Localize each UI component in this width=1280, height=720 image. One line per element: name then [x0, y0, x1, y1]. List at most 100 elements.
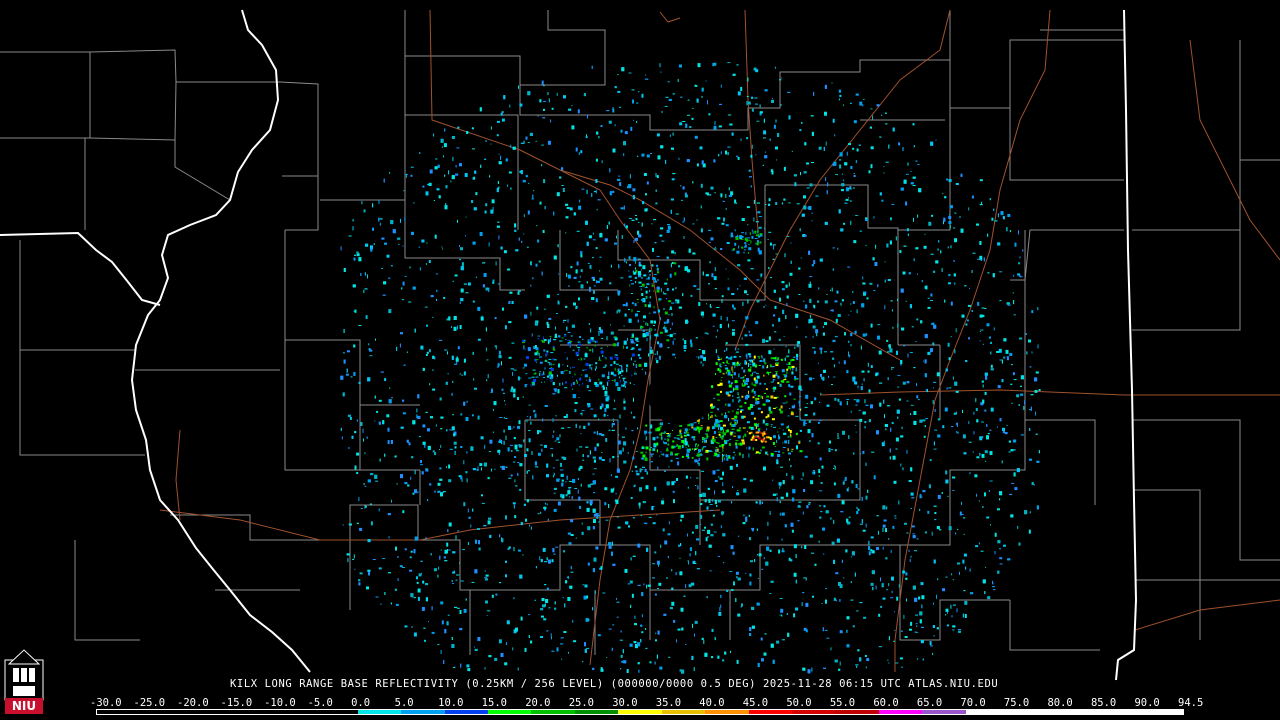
- echo-pixel: [575, 423, 577, 428]
- echo-pixel: [916, 318, 919, 321]
- echo-pixel: [837, 493, 841, 498]
- echo-pixel: [553, 492, 556, 494]
- echo-pixel: [608, 545, 612, 549]
- echo-pixel: [501, 118, 505, 122]
- echo-pixel: [624, 568, 628, 573]
- echo-pixel: [485, 203, 488, 207]
- echo-pixel: [831, 541, 835, 545]
- echo-pixel: [658, 355, 661, 360]
- echo-pixel: [864, 426, 866, 429]
- echo-pixel: [1024, 510, 1028, 515]
- echo-pixel: [674, 357, 676, 359]
- echo-pixel: [515, 448, 518, 450]
- echo-pixel: [809, 314, 811, 318]
- echo-pixel: [519, 574, 523, 579]
- echo-pixel: [507, 184, 509, 187]
- echo-pixel: [467, 668, 471, 672]
- echo-pixel: [623, 398, 625, 400]
- echo-pixel: [545, 502, 546, 505]
- echo-pixel: [756, 528, 758, 531]
- echo-pixel: [786, 613, 788, 615]
- echo-pixel: [548, 98, 550, 103]
- echo-pixel: [708, 241, 711, 243]
- echo-pixel: [894, 611, 895, 613]
- echo-pixel: [948, 526, 952, 531]
- echo-pixel: [340, 246, 342, 251]
- echo-pixel: [862, 529, 866, 532]
- echo-pixel: [486, 614, 488, 616]
- echo-pixel: [764, 633, 767, 635]
- echo-pixel: [776, 493, 778, 496]
- echo-pixel: [901, 666, 904, 668]
- echo-pixel: [568, 285, 570, 287]
- echo-pixel: [610, 474, 612, 477]
- echo-pixel: [592, 607, 594, 611]
- echo-pixel: [634, 465, 637, 468]
- echo-pixel: [814, 397, 817, 401]
- echo-pixel: [569, 207, 573, 211]
- echo-pixel: [779, 486, 781, 489]
- echo-pixel: [832, 118, 835, 123]
- echo-pixel: [631, 347, 635, 350]
- echo-pixel: [722, 424, 726, 427]
- echo-pixel: [356, 253, 360, 257]
- echo-pixel: [729, 123, 733, 126]
- echo-pixel: [948, 216, 952, 219]
- echo-pixel: [882, 546, 884, 550]
- echo-pixel: [911, 326, 914, 328]
- echo-pixel: [600, 566, 603, 570]
- echo-pixel: [731, 331, 735, 336]
- echo-pixel: [382, 420, 385, 425]
- echo-pixel: [870, 146, 874, 150]
- echo-pixel: [417, 596, 420, 601]
- echo-pixel: [459, 628, 463, 631]
- county-line: [285, 176, 319, 231]
- echo-pixel: [543, 308, 546, 310]
- echo-pixel: [584, 648, 587, 653]
- echo-pixel: [604, 408, 607, 412]
- echo-pixel: [999, 498, 1001, 501]
- echo-pixel: [524, 454, 527, 457]
- echo-pixel: [582, 454, 584, 458]
- echo-pixel: [916, 625, 918, 627]
- echo-pixel: [666, 577, 668, 579]
- echo-pixel: [987, 272, 990, 274]
- echo-pixel: [978, 542, 980, 545]
- echo-pixel: [644, 362, 648, 367]
- echo-pixel: [685, 475, 688, 479]
- echo-pixel: [378, 399, 382, 402]
- echo-pixel: [667, 224, 670, 226]
- echo-pixel: [457, 126, 460, 129]
- echo-pixel: [803, 171, 807, 174]
- echo-pixel: [615, 475, 619, 478]
- echo-pixel: [608, 628, 612, 630]
- echo-pixel: [880, 577, 881, 582]
- echo-pixel: [748, 330, 750, 333]
- echo-pixel: [756, 202, 760, 204]
- echo-pixel: [412, 286, 416, 290]
- echo-pixel: [732, 329, 735, 331]
- echo-pixel: [845, 549, 848, 553]
- echo-pixel: [541, 144, 545, 146]
- echo-pixel: [662, 498, 664, 500]
- echo-pixel: [935, 139, 937, 141]
- echo-pixel: [914, 550, 917, 552]
- echo-pixel: [367, 377, 371, 382]
- echo-pixel: [832, 247, 835, 249]
- echo-pixel: [740, 87, 743, 91]
- echo-pixel: [713, 248, 717, 250]
- echo-pixel: [425, 354, 428, 356]
- echo-pixel: [519, 488, 522, 491]
- echo-pixel: [634, 360, 636, 362]
- echo-pixel: [586, 647, 590, 649]
- echo-pixel: [886, 339, 889, 342]
- echo-pixel: [387, 513, 391, 516]
- echo-pixel: [990, 407, 994, 412]
- echo-pixel: [443, 143, 447, 148]
- echo-pixel: [633, 641, 637, 644]
- echo-pixel: [618, 450, 622, 455]
- echo-pixel: [946, 624, 949, 627]
- echo-pixel: [804, 373, 808, 375]
- echo-pixel: [556, 192, 560, 197]
- echo-pixel: [592, 348, 594, 353]
